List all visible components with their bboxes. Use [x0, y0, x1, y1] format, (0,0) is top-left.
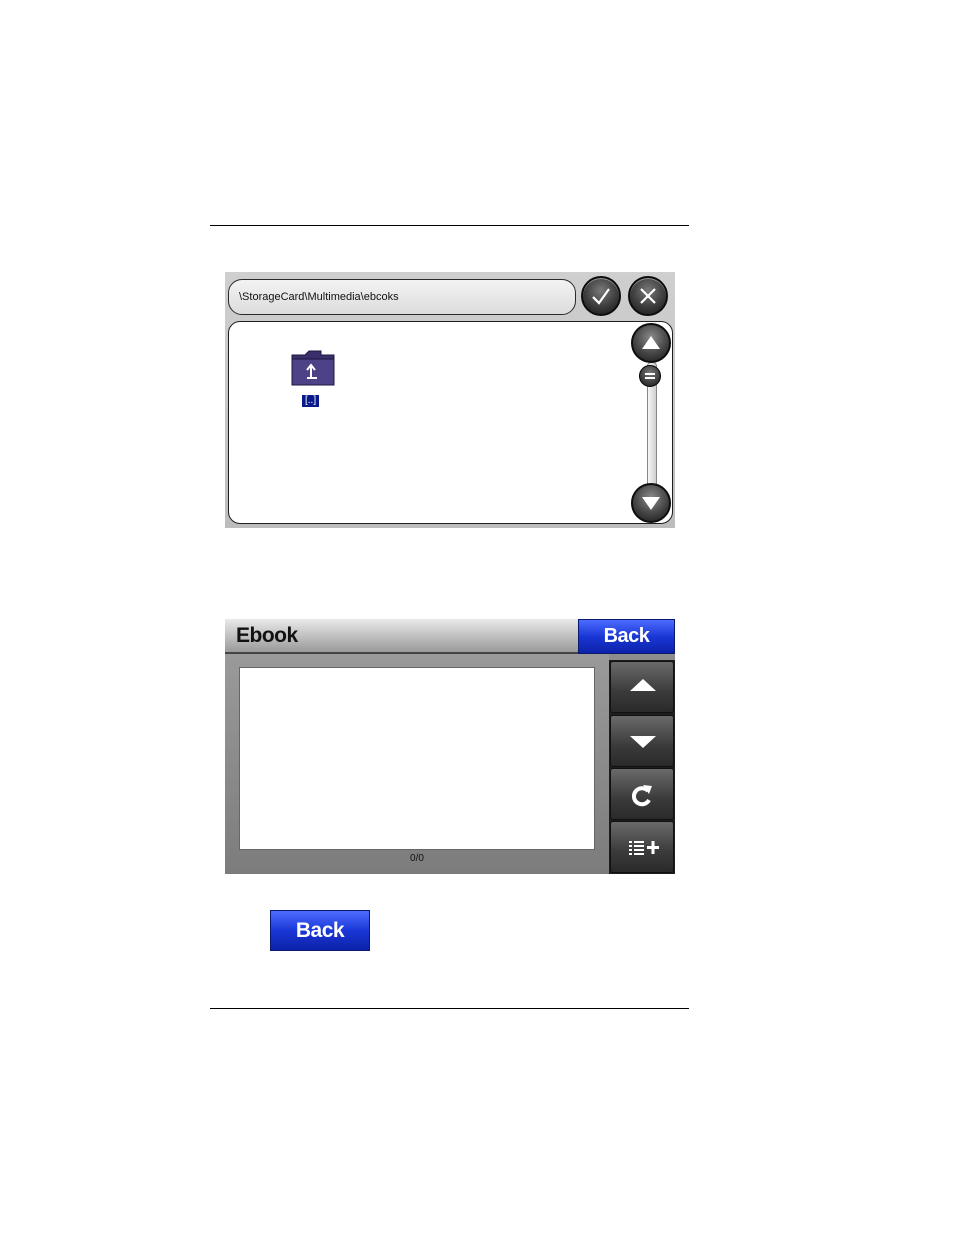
- scroll-down-button[interactable]: [631, 483, 671, 523]
- ok-button[interactable]: [581, 276, 621, 316]
- page-counter: 0/0: [410, 853, 424, 864]
- side-toolbar: [609, 660, 675, 874]
- parent-folder-label[interactable]: [..]: [302, 395, 320, 407]
- rotate-icon: [631, 785, 652, 807]
- scroll-thumb[interactable]: [639, 365, 661, 387]
- reader-area: 0/0: [225, 654, 609, 874]
- file-list-panel: [..]: [228, 321, 673, 524]
- rotate-button[interactable]: [610, 768, 674, 820]
- page-down-button[interactable]: [610, 715, 674, 767]
- file-browser-screen: \StorageCard\Multimedia\ebcoks [..]: [225, 272, 675, 528]
- scroll-up-button[interactable]: [631, 323, 671, 363]
- add-to-list-button[interactable]: [610, 821, 674, 873]
- bottom-rule: [210, 1008, 689, 1009]
- ebook-screen: Ebook Back 0/0: [225, 619, 675, 874]
- close-icon: [640, 288, 656, 304]
- triangle-down-icon: [642, 497, 660, 510]
- title-bar: Ebook: [225, 619, 578, 654]
- arrow-down-icon: [630, 736, 656, 748]
- ebook-list[interactable]: [239, 667, 595, 850]
- folder-up-icon[interactable]: [291, 350, 335, 386]
- page-up-button[interactable]: [610, 661, 674, 713]
- page-title: Ebook: [236, 624, 298, 647]
- path-field[interactable]: \StorageCard\Multimedia\ebcoks: [228, 279, 576, 315]
- back-button-illustration[interactable]: Back: [270, 910, 370, 951]
- cancel-button[interactable]: [628, 276, 668, 316]
- checkmark-icon: [592, 288, 610, 305]
- back-button[interactable]: Back: [578, 619, 675, 654]
- arrow-up-icon: [630, 679, 656, 691]
- add-list-icon: [629, 841, 659, 855]
- triangle-up-icon: [642, 336, 660, 349]
- top-rule: [210, 225, 689, 226]
